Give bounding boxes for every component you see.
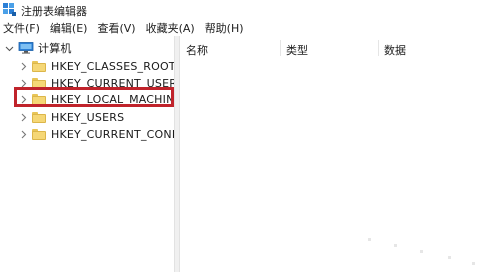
chevron-right-icon[interactable] [18,61,28,71]
menu-edit[interactable]: 编辑(E) [46,20,92,38]
folder-icon [32,111,46,123]
menu-help[interactable]: 帮助(H) [201,20,248,38]
tree-item-label: HKEY_USERS [51,110,125,124]
column-separator[interactable] [378,40,379,56]
menu-bar: 文件(F) 编辑(E) 查看(V) 收藏夹(A) 帮助(H) [0,20,500,38]
tree-item-hkey-users[interactable]: HKEY_USERS [18,109,124,125]
decoration-dot [448,256,451,259]
values-list-pane[interactable]: 名称 类型 数据 [180,38,500,272]
decoration-dot [394,244,397,247]
computer-icon [18,42,34,54]
tree-item-hkey-classes-root[interactable]: HKEY_CLASSES_ROOT [18,58,176,74]
tree-item-hkey-current-config[interactable]: HKEY_CURRENT_CONFIG [18,126,191,142]
folder-icon [32,60,46,72]
highlight-annotation [14,87,174,107]
tree-root-label: 计算机 [38,42,72,55]
chevron-right-icon[interactable] [18,112,28,122]
decoration-dot [420,250,423,253]
column-header-name[interactable]: 名称 [186,42,208,58]
window-title: 注册表编辑器 [21,5,87,18]
column-header-type[interactable]: 类型 [286,42,308,58]
menu-file[interactable]: 文件(F) [0,20,44,38]
registry-editor-icon [3,3,16,16]
decoration-dot [472,262,475,265]
folder-icon [32,128,46,140]
tree-item-label: HKEY_CURRENT_CONFIG [51,127,191,141]
menu-view[interactable]: 查看(V) [93,20,139,38]
chevron-down-icon[interactable] [4,43,14,53]
chevron-right-icon[interactable] [18,129,28,139]
column-separator[interactable] [280,40,281,56]
menu-favorites[interactable]: 收藏夹(A) [142,20,199,38]
tree-item-label: HKEY_CLASSES_ROOT [51,59,176,73]
tree-item-computer[interactable]: 计算机 [4,40,72,56]
tree-pane[interactable]: 计算机 HKEY_CLASSES_ROOT HKEY_CURRENT_USER … [0,38,190,272]
title-bar: 注册表编辑器 [0,0,500,20]
column-header-data[interactable]: 数据 [384,42,406,58]
decoration-dot [368,238,371,241]
